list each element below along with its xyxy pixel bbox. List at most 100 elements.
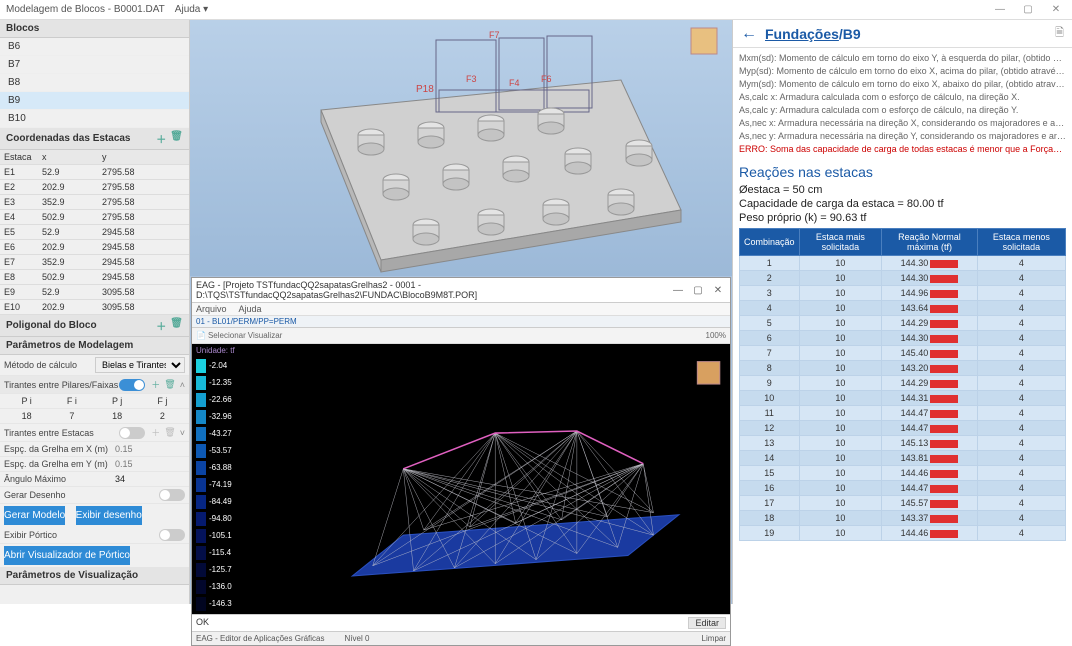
eag-tab[interactable]: 01 - BL01/PERM/PP=PERM [192, 316, 730, 328]
eag-menubar: Arquivo Ajuda [192, 303, 730, 316]
breadcrumb: ← Fundações / B9 🗎 [733, 20, 1072, 48]
coord-row[interactable]: E152.92795.58 [0, 165, 189, 180]
exibir-desenho-button[interactable]: Exibir desenho [76, 506, 142, 525]
table-row[interactable]: 1910144.464 [740, 526, 1066, 541]
coord-row[interactable]: E952.93095.58 [0, 285, 189, 300]
table-row[interactable]: 210144.304 [740, 271, 1066, 286]
blocos-header: Blocos [0, 20, 189, 38]
coord-row[interactable]: E4502.92795.58 [0, 210, 189, 225]
table-row[interactable]: 1810143.374 [740, 511, 1066, 526]
breadcrumb-root[interactable]: Fundações [765, 26, 839, 42]
bar-icon [930, 455, 958, 463]
editar-button[interactable]: Editar [688, 617, 726, 629]
zoom-level[interactable]: 100% [706, 331, 726, 340]
eag-toolbar: 📄 Selecionar Visualizar 100% [192, 328, 730, 344]
espc-y-value[interactable]: 0.15 [115, 459, 185, 469]
abrir-visualizador-button[interactable]: Abrir Visualizador de Pórtico [4, 546, 130, 565]
limpar-button[interactable]: Limpar [702, 634, 726, 643]
eag-status: OK Editar [192, 614, 730, 631]
eag-viewport[interactable]: Unidade: tf -2.04-12.35-22.66-32.96-43.2… [192, 344, 730, 614]
eag-footer: EAG - Editor de Aplicações Gráficas Níve… [192, 631, 730, 645]
error-message: ERRO: Soma das capacidade de carga de to… [739, 143, 1066, 156]
table-row[interactable]: 1610144.474 [740, 481, 1066, 496]
table-row[interactable]: 1010144.314 [740, 391, 1066, 406]
table-row[interactable]: 1710145.574 [740, 496, 1066, 511]
bloco-item[interactable]: B10 [0, 110, 189, 128]
svg-text:F3: F3 [466, 74, 477, 84]
coord-row[interactable]: E552.92945.58 [0, 225, 189, 240]
bar-icon [930, 515, 958, 523]
delete-icon[interactable]: 🗑 [170, 131, 183, 146]
coord-row[interactable]: E2202.92795.58 [0, 180, 189, 195]
table-row[interactable]: 810143.204 [740, 361, 1066, 376]
table-row[interactable]: 1210144.474 [740, 421, 1066, 436]
bar-icon [930, 350, 958, 358]
table-row[interactable]: 1410143.814 [740, 451, 1066, 466]
svg-text:F4: F4 [509, 78, 520, 88]
pf-row[interactable]: 187182 [0, 409, 189, 424]
metodo-select[interactable]: Bielas e Tirantes [95, 357, 185, 373]
mode-visualizar[interactable]: Visualizar [248, 331, 283, 340]
maximize-icon[interactable]: ▢ [690, 285, 706, 296]
table-row[interactable]: 410143.644 [740, 301, 1066, 316]
coord-row[interactable]: E3352.92795.58 [0, 195, 189, 210]
table-row[interactable]: 910144.294 [740, 376, 1066, 391]
table-row[interactable]: 710145.404 [740, 346, 1066, 361]
coord-row[interactable]: E6202.92945.58 [0, 240, 189, 255]
chevron-down-icon[interactable]: ˅ [180, 428, 185, 438]
table-row[interactable]: 510144.294 [740, 316, 1066, 331]
reactions-table: CombinaçãoEstaca mais solicitadaReação N… [739, 228, 1066, 541]
delete-icon[interactable]: 🗑 [164, 379, 175, 390]
bar-icon [930, 530, 958, 538]
table-row[interactable]: 1310145.134 [740, 436, 1066, 451]
gerar-desenho-toggle[interactable] [159, 489, 185, 501]
bar-icon [930, 470, 958, 478]
tirantes-pf-toggle[interactable] [119, 379, 145, 391]
bar-icon [930, 395, 958, 403]
table-row[interactable]: 110144.304 [740, 256, 1066, 271]
svg-text:F6: F6 [541, 74, 552, 84]
maximize-icon[interactable]: ▢ [1018, 4, 1038, 15]
table-row[interactable]: 1510144.464 [740, 466, 1066, 481]
add-icon[interactable]: ＋ [156, 131, 166, 146]
help-menu[interactable]: Ajuda ▾ [175, 4, 208, 15]
bloco-item[interactable]: B9 [0, 92, 189, 110]
bloco-item[interactable]: B8 [0, 74, 189, 92]
menu-arquivo[interactable]: Arquivo [196, 304, 227, 314]
close-icon[interactable]: ✕ [710, 285, 726, 296]
close-icon[interactable]: ✕ [1046, 4, 1066, 15]
exibir-portico-toggle[interactable] [159, 529, 185, 541]
window-title: Modelagem de Blocos - B0001.DAT [6, 4, 165, 15]
viewcube-icon [691, 28, 717, 54]
tirantes-estacas-toggle[interactable] [119, 427, 145, 439]
metodo-label: Método de cálculo [4, 360, 95, 370]
bloco-item[interactable]: B6 [0, 38, 189, 56]
pf-headers: P iF iP jF j [0, 394, 189, 409]
table-row[interactable]: 310144.964 [740, 286, 1066, 301]
add-icon[interactable]: ＋ [151, 378, 160, 391]
add-icon[interactable]: ＋ [156, 318, 166, 333]
bar-icon [930, 275, 958, 283]
table-row[interactable]: 1110144.474 [740, 406, 1066, 421]
blocos-list: B6B7B8B9B10 [0, 38, 189, 128]
section-title: Reações nas estacas [739, 164, 1066, 180]
espc-x-value[interactable]: 0.15 [115, 444, 185, 454]
3d-viewport[interactable]: P18 F7 F3 F6 F4 [190, 20, 732, 276]
bloco-item[interactable]: B7 [0, 56, 189, 74]
chevron-up-icon[interactable]: ˄ [180, 380, 185, 390]
minimize-icon[interactable]: — [670, 285, 686, 296]
bar-icon [930, 500, 958, 508]
ang-max-value[interactable]: 34 [115, 474, 185, 484]
document-icon[interactable]: 🗎 [1055, 24, 1064, 43]
delete-icon[interactable]: 🗑 [170, 318, 183, 333]
right-panel: ← Fundações / B9 🗎 Mxm(sd): Momento de c… [732, 20, 1072, 604]
coord-row[interactable]: E10202.93095.58 [0, 300, 189, 315]
gerar-modelo-button[interactable]: Gerar Modelo [4, 506, 65, 525]
coord-row[interactable]: E7352.92945.58 [0, 255, 189, 270]
minimize-icon[interactable]: — [990, 4, 1010, 15]
table-row[interactable]: 610144.304 [740, 331, 1066, 346]
mode-selecionar[interactable]: Selecionar [208, 331, 246, 340]
coord-row[interactable]: E8502.92945.58 [0, 270, 189, 285]
back-icon[interactable]: ← [741, 25, 757, 43]
menu-ajuda[interactable]: Ajuda [239, 304, 262, 314]
